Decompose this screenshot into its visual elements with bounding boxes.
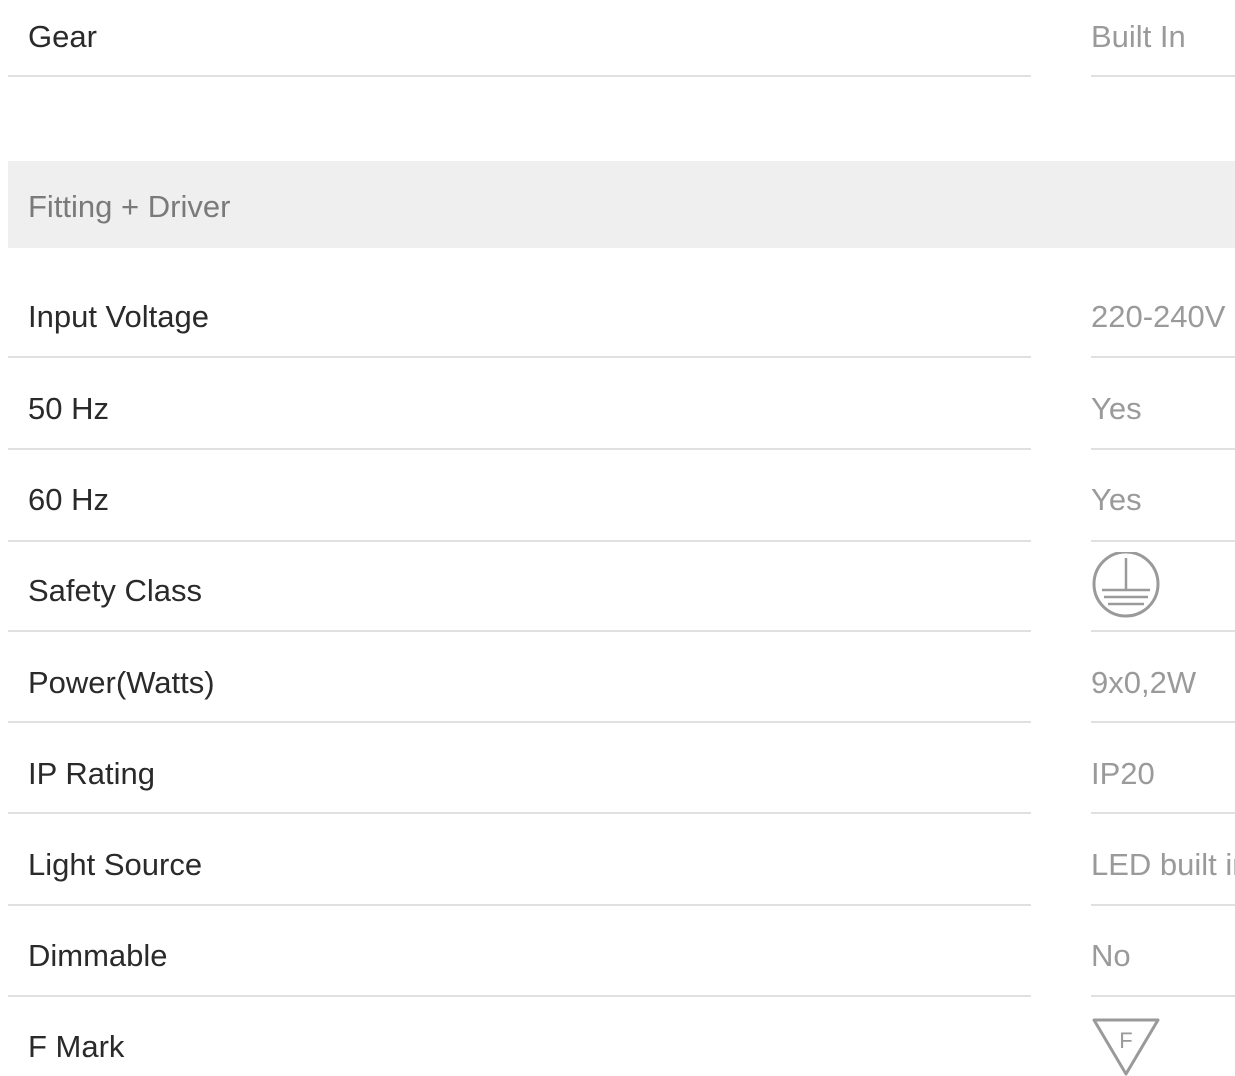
divider <box>8 356 1031 358</box>
spec-row-dimmable: Dimmable No <box>0 920 1235 998</box>
spec-row-power: Power(Watts) 9x0,2W <box>0 646 1235 724</box>
spec-value: 220-240V <box>1091 301 1226 332</box>
divider <box>8 904 1031 906</box>
spec-row-light-source: Light Source LED built in <box>0 828 1235 906</box>
spec-label: Power(Watts) <box>28 665 215 700</box>
divider <box>8 812 1031 814</box>
earth-ground-icon <box>1092 552 1160 618</box>
spec-row-input-voltage: Input Voltage 220-240V <box>0 282 1235 360</box>
spec-row-f-mark: F Mark F <box>0 1011 1235 1076</box>
spec-label: Gear <box>28 19 97 54</box>
divider <box>1091 721 1235 723</box>
divider <box>1091 812 1235 814</box>
divider <box>8 721 1031 723</box>
spec-label: Light Source <box>28 847 203 882</box>
divider <box>1091 995 1235 997</box>
f-mark-icon: F <box>1092 1018 1160 1076</box>
spec-row-gear: Gear Built In <box>0 0 1235 80</box>
divider <box>8 630 1031 632</box>
spec-value: 9x0,2W <box>1091 667 1197 698</box>
spec-value: Yes <box>1091 393 1142 424</box>
f-mark-letter: F <box>1119 1028 1132 1053</box>
spec-label: 50 Hz <box>28 391 109 426</box>
spec-label: Input Voltage <box>28 299 209 334</box>
divider <box>1091 630 1235 632</box>
spec-value: Built In <box>1091 21 1186 52</box>
spec-label: IP Rating <box>28 756 155 791</box>
divider <box>8 75 1031 77</box>
divider <box>1091 448 1235 450</box>
spec-label: F Mark <box>28 1029 125 1064</box>
spec-value: IP20 <box>1091 758 1155 789</box>
section-title: Fitting + Driver <box>28 189 231 224</box>
spec-row-safety-class: Safety Class <box>0 552 1235 633</box>
spec-row-ip-rating: IP Rating IP20 <box>0 737 1235 815</box>
spec-value: Yes <box>1091 484 1142 515</box>
spec-row-60hz: 60 Hz Yes <box>0 464 1235 542</box>
divider <box>8 540 1031 542</box>
section-header: Fitting + Driver <box>8 161 1235 248</box>
spec-table: Gear Built In Fitting + Driver Input Vol… <box>0 0 1235 1076</box>
spec-value: No <box>1091 940 1131 971</box>
divider <box>1091 540 1235 542</box>
spec-value: LED built in <box>1091 849 1235 880</box>
spec-label: Safety Class <box>28 573 203 608</box>
spec-label: 60 Hz <box>28 482 109 517</box>
divider <box>8 995 1031 997</box>
spec-label: Dimmable <box>28 938 168 973</box>
divider <box>1091 904 1235 906</box>
divider <box>1091 356 1235 358</box>
divider <box>1091 75 1235 77</box>
spec-row-50hz: 50 Hz Yes <box>0 373 1235 451</box>
divider <box>8 448 1031 450</box>
